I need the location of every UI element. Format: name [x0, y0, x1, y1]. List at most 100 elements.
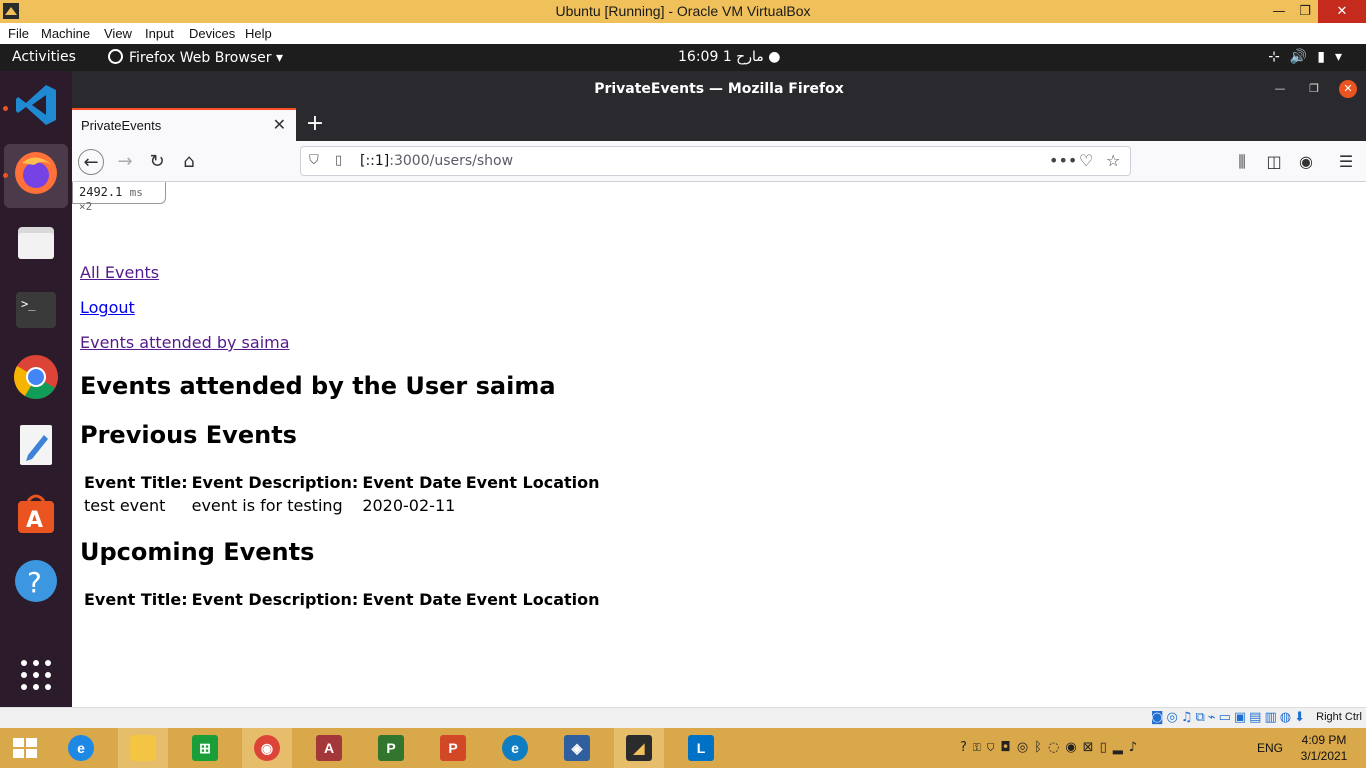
device-tray-icon[interactable]: ▯: [1100, 740, 1113, 755]
event-location-cell: [465, 495, 601, 516]
text-editor-icon[interactable]: [12, 421, 60, 469]
network-adapter-icon[interactable]: ⧉: [1195, 710, 1207, 725]
speaker-tray-icon[interactable]: ♪: [1129, 740, 1143, 755]
chrome-taskbar-icon[interactable]: ◉: [242, 728, 292, 768]
taskbar-clock[interactable]: 4:09 PM 3/1/2021: [1296, 732, 1352, 764]
files-icon[interactable]: [12, 219, 60, 267]
bookmark-star-icon[interactable]: ☆: [1106, 151, 1120, 170]
close-tab-icon[interactable]: ✕: [273, 115, 286, 134]
input-language[interactable]: ENG: [1257, 741, 1283, 755]
error-tray-icon[interactable]: ⊠: [1083, 740, 1100, 755]
table-header-row: Event Title: Event Description: Event Da…: [83, 589, 601, 610]
close-window-button[interactable]: ✕: [1318, 0, 1366, 23]
perf-unit: ms: [129, 186, 143, 199]
event-title-cell: test event: [84, 496, 166, 515]
system-tray[interactable]: ⊹🔊▮▾: [1268, 49, 1352, 65]
hard-disk-icon[interactable]: ◙: [1151, 710, 1167, 725]
event-date-cell: 2020-02-11: [362, 496, 456, 515]
access-taskbar-icon[interactable]: A: [304, 728, 354, 768]
help-icon[interactable]: ?: [12, 557, 60, 605]
tab-private-events[interactable]: PrivateEvents ✕: [72, 108, 296, 141]
upcoming-events-table: Event Title: Event Description: Event Da…: [81, 587, 603, 612]
all-events-link[interactable]: All Events: [80, 263, 159, 282]
windows-taskbar: e ⊞ ◉ A P P e ◈ ◢ L ?⚿⛉◘◎ᛒ◌◉⊠▯▂♪ ENG 4:0…: [0, 728, 1366, 768]
menu-machine[interactable]: Machine: [41, 26, 90, 41]
menu-hamburger-icon[interactable]: ☰: [1333, 149, 1359, 175]
virtualbox-window-title: Ubuntu [Running] - Oracle VM VirtualBox: [555, 3, 811, 19]
file-explorer-taskbar-icon[interactable]: [118, 728, 168, 768]
help-tray-icon[interactable]: ?: [960, 740, 973, 755]
tracking-shield-icon[interactable]: ⛉: [309, 153, 319, 168]
optical-drive-icon[interactable]: ◎: [1166, 710, 1180, 725]
firefox-icon[interactable]: [12, 149, 60, 197]
back-icon[interactable]: ←: [78, 149, 104, 175]
url-host: [::1]: [360, 153, 390, 169]
upcoming-events-heading: Upcoming Events: [80, 538, 315, 566]
notification-area[interactable]: ?⚿⛉◘◎ᛒ◌◉⊠▯▂♪: [960, 740, 1143, 755]
logout-link[interactable]: Logout: [80, 298, 135, 317]
sync-tray-icon[interactable]: ◌: [1048, 740, 1065, 755]
minimize-icon[interactable]: —: [1271, 80, 1289, 98]
internet-explorer-taskbar-icon[interactable]: e: [56, 728, 106, 768]
close-icon[interactable]: ✕: [1339, 80, 1357, 98]
forward-icon[interactable]: →: [112, 149, 138, 175]
vscode-icon[interactable]: [12, 81, 60, 129]
clock[interactable]: مارح 1 16:09 ●: [678, 49, 780, 65]
page-info-icon[interactable]: ▯: [335, 153, 342, 168]
chrome-tray-icon[interactable]: ◉: [1065, 740, 1082, 755]
show-applications-icon[interactable]: [12, 651, 60, 699]
store-taskbar-icon[interactable]: ⊞: [180, 728, 230, 768]
cpu-icon[interactable]: ▥: [1264, 710, 1279, 725]
chrome-icon[interactable]: [12, 353, 60, 401]
lync-taskbar-icon[interactable]: L: [676, 728, 726, 768]
vm-status-icons[interactable]: ◙◎♫⧉⌁▭▣▤▥◍⬇: [1151, 710, 1308, 725]
new-tab-icon[interactable]: +: [302, 111, 328, 136]
audio-icon[interactable]: ♫: [1181, 710, 1196, 725]
account-icon[interactable]: ◉: [1293, 149, 1319, 175]
menu-input[interactable]: Input: [145, 26, 174, 41]
sidebar-icon[interactable]: ◫: [1261, 149, 1287, 175]
home-icon[interactable]: ⌂: [176, 149, 202, 175]
menu-view[interactable]: View: [104, 26, 132, 41]
pocket-icon[interactable]: ♡: [1079, 151, 1093, 170]
library-icon[interactable]: ⫼: [1229, 149, 1255, 175]
display-icon[interactable]: ▣: [1234, 710, 1249, 725]
reload-icon[interactable]: ↻: [144, 149, 170, 175]
ie-icon: e: [68, 735, 94, 761]
mouse-integration-icon[interactable]: ◍: [1280, 710, 1294, 725]
shared-folders-icon[interactable]: ▭: [1219, 710, 1234, 725]
zoom-tray-icon[interactable]: ◘: [1001, 740, 1017, 755]
bluetooth-tray-icon[interactable]: ᛒ: [1034, 740, 1048, 755]
app-menu[interactable]: Firefox Web Browser ▾: [108, 49, 283, 66]
powerpoint-taskbar-icon[interactable]: P: [428, 728, 478, 768]
maximize-icon[interactable]: ❐: [1305, 80, 1323, 98]
table-row: test event event is for testing 2020-02-…: [83, 495, 601, 516]
project-taskbar-icon[interactable]: P: [366, 728, 416, 768]
svg-text:?: ?: [27, 566, 42, 599]
events-attended-link[interactable]: Events attended by saima: [80, 333, 290, 352]
url-bar[interactable]: ⛉ ▯ [::1]:3000/users/show ••• ♡ ☆: [300, 146, 1131, 176]
navigation-toolbar: ← → ↻ ⌂ ⛉ ▯ [::1]:3000/users/show ••• ♡ …: [72, 141, 1366, 182]
rack-mini-profiler-badge[interactable]: 2492.1 ms ×2: [72, 182, 166, 213]
terminal-icon[interactable]: >_: [12, 286, 60, 334]
keyboard-capture-icon[interactable]: ⬇: [1294, 710, 1308, 725]
app-tray-icon[interactable]: ◎: [1017, 740, 1034, 755]
software-center-icon[interactable]: A: [12, 489, 60, 537]
ubuntu-dock: >_ A ?: [0, 71, 72, 707]
start-button[interactable]: [0, 728, 50, 768]
page-actions-icon[interactable]: •••: [1049, 151, 1077, 170]
menu-devices[interactable]: Devices: [189, 26, 235, 41]
menu-help[interactable]: Help: [245, 26, 272, 41]
restore-window-button[interactable]: ❐: [1290, 0, 1320, 23]
activities-button[interactable]: Activities: [12, 49, 76, 65]
security-tray-icon[interactable]: ⛉: [987, 740, 1001, 755]
url-text[interactable]: [::1]:3000/users/show: [360, 153, 513, 169]
virtualbox-vm-taskbar-icon[interactable]: ◢: [614, 728, 664, 768]
recording-icon[interactable]: ▤: [1249, 710, 1264, 725]
lock-tray-icon[interactable]: ⚿: [973, 740, 987, 755]
virtualbox-manager-taskbar-icon[interactable]: ◈: [552, 728, 602, 768]
edge-taskbar-icon[interactable]: e: [490, 728, 540, 768]
usb-icon[interactable]: ⌁: [1208, 710, 1219, 725]
menu-file[interactable]: File: [8, 26, 29, 41]
wifi-tray-icon[interactable]: ▂: [1113, 740, 1129, 755]
